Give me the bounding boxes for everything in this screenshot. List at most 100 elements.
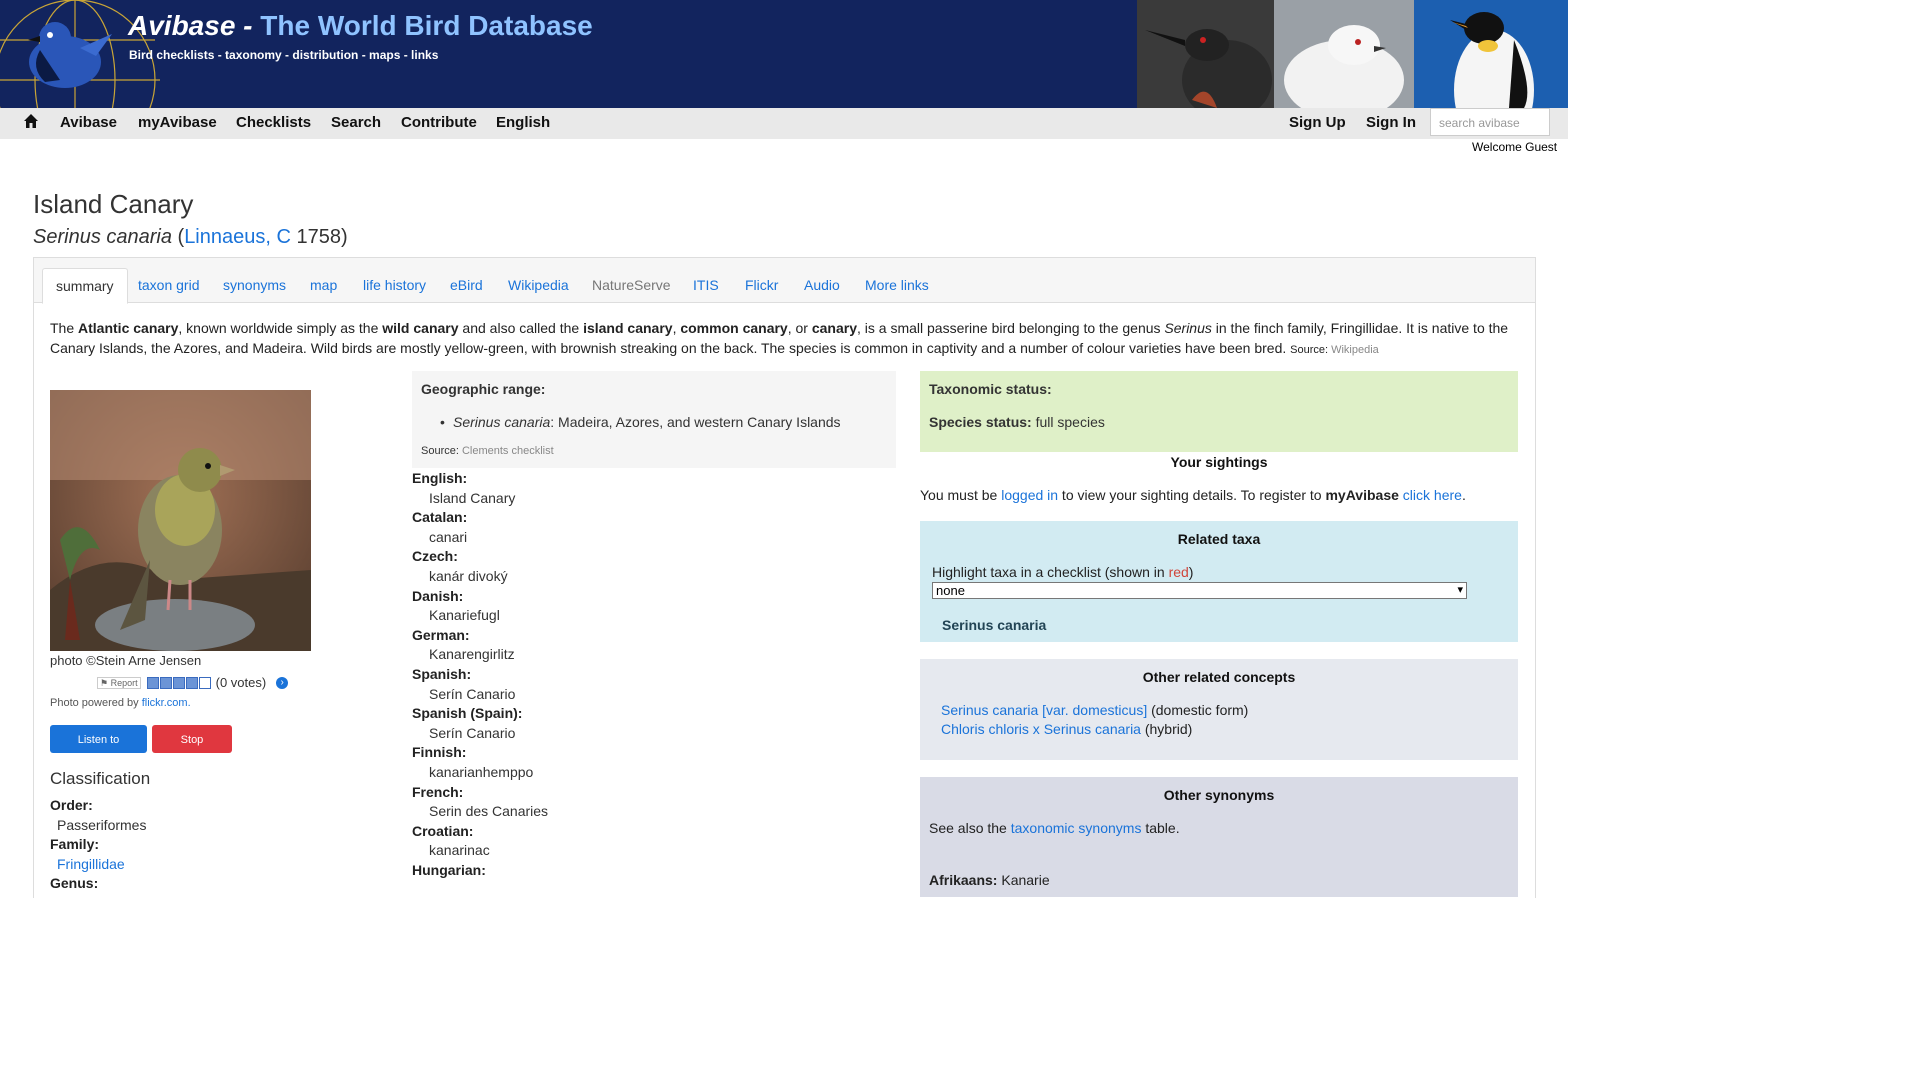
scientific-name: Serinus canaria xyxy=(33,226,172,248)
nav-english[interactable]: English xyxy=(496,114,550,131)
order-value: Passeriformes xyxy=(57,817,147,833)
register-link[interactable]: click here xyxy=(1403,487,1462,503)
next-photo-icon[interactable]: › xyxy=(276,676,289,689)
taxonomic-status-title: Taxonomic status: xyxy=(929,381,1052,397)
logged-in-link[interactable]: logged in xyxy=(1001,487,1058,503)
flickr-link[interactable]: flickr.com. xyxy=(142,697,191,709)
nav-search[interactable]: Search xyxy=(331,114,381,131)
tab-life-history[interactable]: life history xyxy=(363,277,426,293)
wikipedia-source-link[interactable]: Wikipedia xyxy=(1331,344,1379,356)
classification-title: Classification xyxy=(50,769,151,788)
order-label: Order: xyxy=(50,797,93,813)
home-icon[interactable] xyxy=(23,113,39,133)
tab-audio[interactable]: Audio xyxy=(804,277,840,293)
other-concepts-box: Other related concepts Serinus canaria [… xyxy=(920,659,1518,760)
checklist-select[interactable]: none xyxy=(932,582,1467,599)
geographic-range-box: Geographic range: Serinus canaria: Madei… xyxy=(412,371,896,468)
rating-star[interactable] xyxy=(198,676,211,689)
language-name: Kanariefugl xyxy=(429,607,500,624)
site-title[interactable]: Avibase - The World Bird Database xyxy=(128,10,593,42)
language-label: Finnish: xyxy=(412,744,467,761)
report-button[interactable]: ⚑ Report xyxy=(97,676,141,689)
related-taxon[interactable]: Serinus canaria xyxy=(942,617,1046,633)
photo-credit: photo ©Stein Arne Jensen xyxy=(50,653,202,668)
nav-checklists[interactable]: Checklists xyxy=(236,114,311,131)
concept-link-hybrid[interactable]: Chloris chloris x Serinus canaria xyxy=(941,721,1141,737)
sightings-text: You must be logged in to view your sight… xyxy=(920,487,1466,503)
rating-star[interactable] xyxy=(185,676,198,689)
language-name: kanár divoký xyxy=(429,568,508,584)
flag-icon: ⚑ xyxy=(100,677,109,688)
synonyms-see-also: See also the taxonomic synonyms table. xyxy=(929,820,1180,836)
species-status: Species status: full species xyxy=(929,414,1105,430)
taxonomic-synonyms-link[interactable]: taxonomic synonyms xyxy=(1011,820,1142,836)
sign-in-link[interactable]: Sign In xyxy=(1366,114,1416,131)
language-label: English: xyxy=(412,470,468,486)
scientific-name-line: Serinus canaria (Linnaeus, C 1758) xyxy=(33,226,348,248)
language-name: Kanarengirlitz xyxy=(429,646,515,663)
language-name: Island Canary xyxy=(429,489,516,506)
tab-map[interactable]: map xyxy=(310,277,337,293)
page-title: Island Canary xyxy=(33,189,194,219)
rating-stars[interactable] xyxy=(146,676,212,689)
nav-contribute[interactable]: Contribute xyxy=(401,114,477,131)
geo-range-title: Geographic range: xyxy=(421,381,546,397)
language-label: Catalan: xyxy=(412,509,468,526)
tab-natureserve[interactable]: NatureServe xyxy=(592,277,671,293)
author-link[interactable]: Linnaeus, C xyxy=(184,226,291,248)
sign-up-link[interactable]: Sign Up xyxy=(1289,114,1346,131)
search-input[interactable]: search avibase xyxy=(1430,108,1550,136)
other-synonyms-title: Other synonyms xyxy=(1163,787,1275,803)
tab-more-links[interactable]: More links xyxy=(865,277,929,293)
stop-recording-button[interactable]: Stop recording xyxy=(152,725,232,774)
tab-itis[interactable]: ITIS xyxy=(693,277,719,293)
bird-photo-1 xyxy=(1137,0,1274,108)
language-label: Croatian: xyxy=(412,822,474,839)
family-label: Family: xyxy=(50,836,100,852)
tab-wikipedia[interactable]: Wikipedia xyxy=(508,277,569,293)
bird-photo-3 xyxy=(1414,0,1568,108)
clements-link[interactable]: Clements checklist xyxy=(462,445,554,457)
language-label: Czech: xyxy=(412,548,458,565)
site-subtitle: Bird checklists - taxonomy - distributio… xyxy=(129,48,439,62)
tab-summary[interactable]: summary xyxy=(42,268,128,304)
related-taxa-box: Related taxa Highlight taxa in a checkli… xyxy=(920,521,1518,642)
welcome-text: Welcome Guest xyxy=(1472,140,1558,154)
language-label: Spanish (Spain): xyxy=(412,705,523,722)
language-label: Hungarian: xyxy=(412,862,486,878)
species-summary: The Atlantic canary, known worldwide sim… xyxy=(50,320,1509,356)
synonym-afrikaans: Afrikaans: Kanarie xyxy=(929,872,1050,888)
language-name: Serín Canario xyxy=(429,724,516,741)
nav-myavibase[interactable]: myAvibase xyxy=(138,114,217,131)
other-concepts-title: Other related concepts xyxy=(1142,669,1296,685)
header-bird-photos xyxy=(1137,0,1568,108)
bird-photo-2 xyxy=(1274,0,1414,108)
listen-recording-button[interactable]: Listen to recording xyxy=(50,725,147,774)
tab-flickr[interactable]: Flickr xyxy=(745,277,778,293)
rating-star[interactable] xyxy=(159,676,172,689)
language-label: French: xyxy=(412,783,464,800)
language-name: Serín Canario xyxy=(429,685,516,702)
family-link[interactable]: Fringillidae xyxy=(57,856,125,872)
language-name: Serin des Canaries xyxy=(429,803,549,820)
summary-source: Source: Wikipedia xyxy=(1290,344,1379,356)
concept-item: Chloris chloris x Serinus canaria (hybri… xyxy=(941,721,1193,737)
concept-item: Serinus canaria [var. domesticus] (domes… xyxy=(941,702,1249,718)
rating-star[interactable] xyxy=(172,676,185,689)
tab-taxon-grid[interactable]: taxon grid xyxy=(138,277,199,293)
species-photo[interactable] xyxy=(50,390,311,651)
tab-synonyms[interactable]: synonyms xyxy=(223,277,286,293)
main-nav: Avibase myAvibase Checklists Search Cont… xyxy=(0,108,1568,139)
taxonomic-status-box: Taxonomic status: Species status: full s… xyxy=(920,371,1518,452)
related-taxa-title: Related taxa xyxy=(1177,531,1261,547)
language-name: canari xyxy=(429,528,468,545)
language-label: German: xyxy=(412,626,470,643)
tab-ebird[interactable]: eBird xyxy=(450,277,483,293)
sightings-title: Your sightings xyxy=(1170,454,1268,470)
nav-avibase[interactable]: Avibase xyxy=(60,114,117,131)
concept-link-domestic[interactable]: Serinus canaria [var. domesticus] xyxy=(941,702,1147,718)
rating-star[interactable] xyxy=(146,676,159,689)
other-synonyms-box: Other synonyms See also the taxonomic sy… xyxy=(920,777,1518,897)
votes-count: (0 votes) xyxy=(215,675,267,690)
tab-bar: summary taxon grid synonyms map life his… xyxy=(34,258,1535,304)
